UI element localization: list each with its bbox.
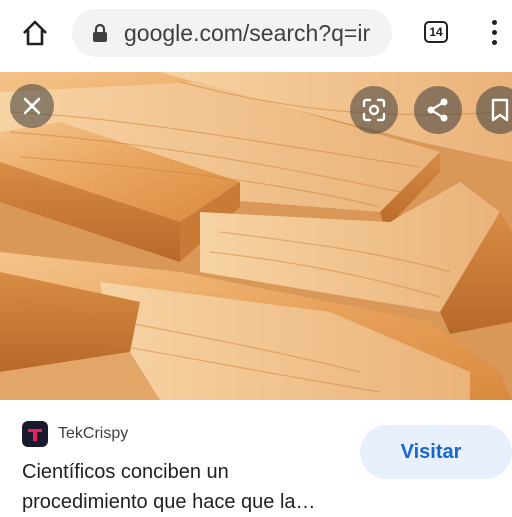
google-lens-icon [362, 98, 386, 122]
browser-toolbar: google.com/search?q=ir 14 [0, 0, 512, 68]
more-vert-icon[interactable] [482, 16, 506, 48]
lock-icon [93, 23, 107, 42]
tab-count: 14 [424, 21, 448, 43]
share-button[interactable] [414, 86, 462, 134]
address-bar[interactable]: google.com/search?q=ir [72, 9, 392, 57]
source-row[interactable]: TekCrispy [22, 420, 128, 448]
close-icon [23, 97, 41, 115]
tekcrispy-logo-icon [28, 429, 42, 441]
visit-button[interactable]: Visitar [360, 425, 512, 479]
result-title[interactable]: Científicos conciben un procedimiento qu… [22, 457, 352, 517]
close-viewer-button[interactable] [10, 84, 54, 128]
tekcrispy-favicon [22, 421, 48, 447]
bookmark-icon [491, 98, 509, 122]
home-icon [23, 20, 47, 46]
tab-switcher-button[interactable]: 14 [420, 16, 452, 48]
google-lens-button[interactable] [350, 86, 398, 134]
url-text: google.com/search?q=ir [124, 20, 371, 46]
home-button[interactable] [16, 14, 54, 52]
share-icon [427, 98, 448, 122]
source-name: TekCrispy [58, 425, 129, 442]
